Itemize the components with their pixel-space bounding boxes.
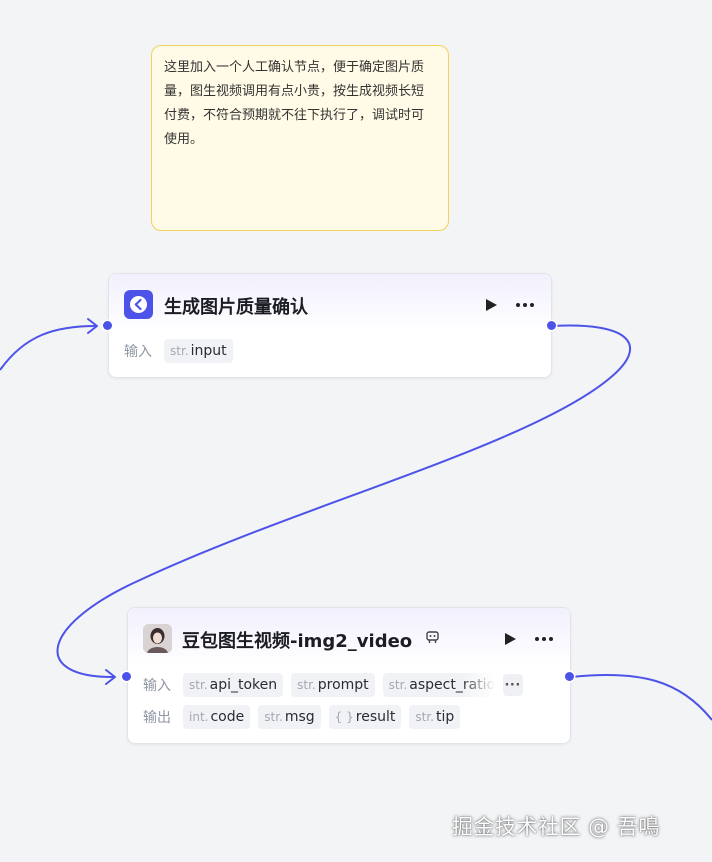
confirm-arrow-icon [124,290,153,319]
more-options-button[interactable] [513,293,537,317]
output-param-tag[interactable]: int. code [183,705,251,729]
input-param-tag[interactable]: str. input [164,339,233,363]
input-row: 输入 str. input [124,339,233,363]
arrow-into-confirm [87,318,98,334]
more-inputs-button[interactable]: ··· [502,674,523,696]
output-label: 输出 [143,710,171,726]
input-port[interactable] [122,672,131,681]
node-title: 豆包图生视频-img2_video [182,631,413,652]
node-image-quality-confirm[interactable]: 生成图片质量确认 输入 str. input [108,273,552,378]
more-options-button[interactable] [532,627,556,651]
run-button[interactable] [479,293,503,317]
input-param-tag[interactable]: str. prompt [291,673,375,697]
run-button[interactable] [498,627,522,651]
node-header: 生成图片质量确认 [109,274,551,332]
play-icon [486,299,497,311]
input-label: 输入 [143,678,171,694]
edge-out-of-video [570,674,712,721]
output-param-tag[interactable]: str. msg [258,705,321,729]
ellipsis-icon [516,303,534,307]
input-param-tag[interactable]: str. api_token [183,673,284,697]
output-row: 输出 int. code str. msg { } result str. tip [143,705,461,729]
output-port[interactable] [565,672,574,681]
input-label: 输入 [124,344,152,360]
note-text: 这里加入一个人工确认节点，便于确定图片质量，图生视频调用有点小贵，按生成视频长短… [164,60,425,147]
sticky-note[interactable]: 这里加入一个人工确认节点，便于确定图片质量，图生视频调用有点小贵，按生成视频长短… [151,45,449,231]
plugin-icon [425,630,440,649]
avatar-thumbnail [143,624,172,653]
node-doubao-img2video[interactable]: 豆包图生视频-img2_video 输入 str. api_token str.… [127,607,571,744]
edge-into-confirm [0,325,97,371]
output-port[interactable] [547,321,556,330]
watermark: 掘金技术社区 @ 吾鳴 [452,815,660,839]
node-header: 豆包图生视频-img2_video [128,608,570,666]
output-param-tag[interactable]: { } result [328,705,402,729]
output-param-tag[interactable]: str. tip [409,705,461,729]
play-icon [505,633,516,645]
input-row: 输入 str. api_token str. prompt str. aspect_r… [143,673,523,697]
node-title: 生成图片质量确认 [164,297,308,318]
ellipsis-icon [535,637,553,641]
input-param-tag[interactable]: str. aspect_ratio [382,673,495,697]
arrow-into-video [105,669,116,685]
workflow-canvas[interactable]: 这里加入一个人工确认节点，便于确定图片质量，图生视频调用有点小贵，按生成视频长短… [0,0,712,862]
input-port[interactable] [103,321,112,330]
